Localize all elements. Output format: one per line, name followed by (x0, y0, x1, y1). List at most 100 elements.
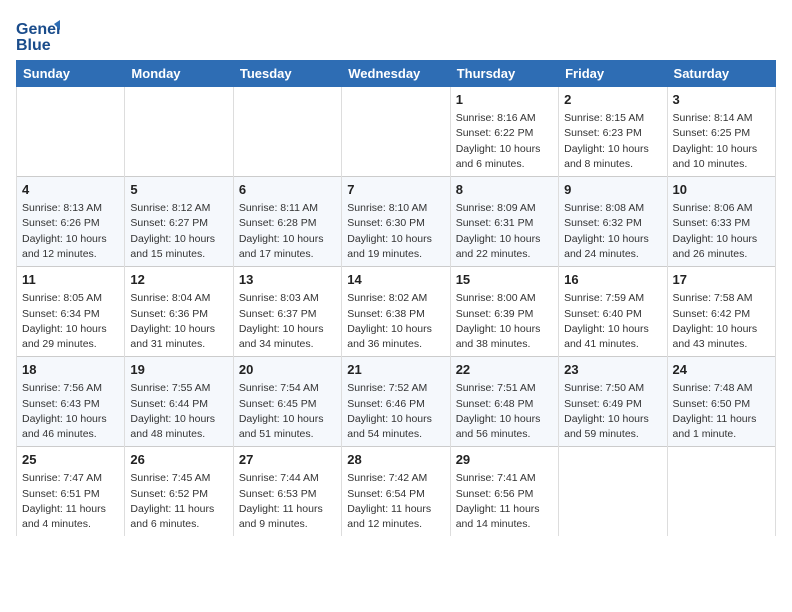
calendar-cell: 5 Sunrise: 8:12 AM Sunset: 6:27 PM Daylig… (125, 177, 233, 267)
day-number: 6 (239, 181, 336, 199)
weekday-header: Wednesday (342, 61, 450, 87)
logo: General Blue (16, 16, 60, 52)
calendar-cell: 6 Sunrise: 8:11 AM Sunset: 6:28 PM Daylig… (233, 177, 341, 267)
calendar-cell (342, 87, 450, 177)
calendar-row: 1 Sunrise: 8:16 AM Sunset: 6:22 PM Daylig… (17, 87, 776, 177)
cell-content: Sunrise: 7:51 AM Sunset: 6:48 PM Dayligh… (456, 381, 553, 442)
day-number: 10 (673, 181, 770, 199)
calendar-cell: 12 Sunrise: 8:04 AM Sunset: 6:36 PM Dayli… (125, 267, 233, 357)
cell-content: Sunrise: 8:03 AM Sunset: 6:37 PM Dayligh… (239, 291, 336, 352)
calendar-cell: 24 Sunrise: 7:48 AM Sunset: 6:50 PM Dayli… (667, 357, 775, 447)
cell-content: Sunrise: 7:59 AM Sunset: 6:40 PM Dayligh… (564, 291, 661, 352)
cell-content: Sunrise: 7:45 AM Sunset: 6:52 PM Dayligh… (130, 471, 227, 532)
cell-content: Sunrise: 8:08 AM Sunset: 6:32 PM Dayligh… (564, 201, 661, 262)
cell-content: Sunrise: 7:44 AM Sunset: 6:53 PM Dayligh… (239, 471, 336, 532)
day-number: 4 (22, 181, 119, 199)
calendar-cell: 28 Sunrise: 7:42 AM Sunset: 6:54 PM Dayli… (342, 447, 450, 537)
day-number: 2 (564, 91, 661, 109)
weekday-header: Friday (559, 61, 667, 87)
calendar-cell: 18Sunrise: 7:56 AM Sunset: 6:43 PM Dayli… (17, 357, 125, 447)
logo-icon: General Blue (16, 16, 56, 52)
weekday-header-row: SundayMondayTuesdayWednesdayThursdayFrid… (17, 61, 776, 87)
cell-content: Sunrise: 8:11 AM Sunset: 6:28 PM Dayligh… (239, 201, 336, 262)
calendar-cell: 15 Sunrise: 8:00 AM Sunset: 6:39 PM Dayli… (450, 267, 558, 357)
day-number: 25 (22, 451, 119, 469)
cell-content: Sunrise: 8:04 AM Sunset: 6:36 PM Dayligh… (130, 291, 227, 352)
calendar-cell: 25 Sunrise: 7:47 AM Sunset: 6:51 PM Dayli… (17, 447, 125, 537)
cell-content: Sunrise: 7:41 AM Sunset: 6:56 PM Dayligh… (456, 471, 553, 532)
calendar-cell (17, 87, 125, 177)
cell-content: Sunrise: 8:10 AM Sunset: 6:30 PM Dayligh… (347, 201, 444, 262)
calendar-cell: 4 Sunrise: 8:13 AM Sunset: 6:26 PM Daylig… (17, 177, 125, 267)
day-number: 5 (130, 181, 227, 199)
weekday-header: Monday (125, 61, 233, 87)
cell-content: Sunrise: 7:54 AM Sunset: 6:45 PM Dayligh… (239, 381, 336, 442)
day-number: 17 (673, 271, 770, 289)
cell-content: Sunrise: 7:58 AM Sunset: 6:42 PM Dayligh… (673, 291, 770, 352)
day-number: 16 (564, 271, 661, 289)
calendar-row: 25 Sunrise: 7:47 AM Sunset: 6:51 PM Dayli… (17, 447, 776, 537)
cell-content: Sunrise: 8:00 AM Sunset: 6:39 PM Dayligh… (456, 291, 553, 352)
calendar-cell: 19Sunrise: 7:55 AM Sunset: 6:44 PM Dayli… (125, 357, 233, 447)
calendar-cell: 17 Sunrise: 7:58 AM Sunset: 6:42 PM Dayli… (667, 267, 775, 357)
cell-content: Sunrise: 8:09 AM Sunset: 6:31 PM Dayligh… (456, 201, 553, 262)
cell-content: Sunrise: 8:06 AM Sunset: 6:33 PM Dayligh… (673, 201, 770, 262)
cell-content: Sunrise: 8:16 AM Sunset: 6:22 PM Dayligh… (456, 111, 553, 172)
cell-content: Sunrise: 7:47 AM Sunset: 6:51 PM Dayligh… (22, 471, 119, 532)
calendar-cell: 29 Sunrise: 7:41 AM Sunset: 6:56 PM Dayli… (450, 447, 558, 537)
day-number: 7 (347, 181, 444, 199)
day-number: 13 (239, 271, 336, 289)
calendar-row: 11Sunrise: 8:05 AM Sunset: 6:34 PM Dayli… (17, 267, 776, 357)
day-number: 22 (456, 361, 553, 379)
day-number: 12 (130, 271, 227, 289)
calendar-table: SundayMondayTuesdayWednesdayThursdayFrid… (16, 60, 776, 536)
cell-content: Sunrise: 7:50 AM Sunset: 6:49 PM Dayligh… (564, 381, 661, 442)
calendar-cell: 1 Sunrise: 8:16 AM Sunset: 6:22 PM Daylig… (450, 87, 558, 177)
day-number: 21 (347, 361, 444, 379)
day-number: 28 (347, 451, 444, 469)
calendar-cell: 27 Sunrise: 7:44 AM Sunset: 6:53 PM Dayli… (233, 447, 341, 537)
cell-content: Sunrise: 7:48 AM Sunset: 6:50 PM Dayligh… (673, 381, 770, 442)
day-number: 26 (130, 451, 227, 469)
calendar-row: 18Sunrise: 7:56 AM Sunset: 6:43 PM Dayli… (17, 357, 776, 447)
calendar-cell: 14 Sunrise: 8:02 AM Sunset: 6:38 PM Dayli… (342, 267, 450, 357)
calendar-cell: 22 Sunrise: 7:51 AM Sunset: 6:48 PM Dayli… (450, 357, 558, 447)
cell-content: Sunrise: 7:56 AM Sunset: 6:43 PM Dayligh… (22, 381, 119, 442)
cell-content: Sunrise: 7:52 AM Sunset: 6:46 PM Dayligh… (347, 381, 444, 442)
weekday-header: Thursday (450, 61, 558, 87)
calendar-cell: 8Sunrise: 8:09 AM Sunset: 6:31 PM Daylig… (450, 177, 558, 267)
day-number: 24 (673, 361, 770, 379)
day-number: 1 (456, 91, 553, 109)
calendar-cell: 20 Sunrise: 7:54 AM Sunset: 6:45 PM Dayli… (233, 357, 341, 447)
calendar-cell: 16 Sunrise: 7:59 AM Sunset: 6:40 PM Dayli… (559, 267, 667, 357)
day-number: 14 (347, 271, 444, 289)
cell-content: Sunrise: 8:13 AM Sunset: 6:26 PM Dayligh… (22, 201, 119, 262)
svg-text:Blue: Blue (16, 37, 51, 54)
header: General Blue (16, 16, 776, 52)
calendar-cell: 9 Sunrise: 8:08 AM Sunset: 6:32 PM Daylig… (559, 177, 667, 267)
day-number: 9 (564, 181, 661, 199)
day-number: 3 (673, 91, 770, 109)
day-number: 15 (456, 271, 553, 289)
calendar-cell: 7 Sunrise: 8:10 AM Sunset: 6:30 PM Daylig… (342, 177, 450, 267)
day-number: 19 (130, 361, 227, 379)
day-number: 20 (239, 361, 336, 379)
day-number: 29 (456, 451, 553, 469)
calendar-cell: 10 Sunrise: 8:06 AM Sunset: 6:33 PM Dayli… (667, 177, 775, 267)
cell-content: Sunrise: 7:42 AM Sunset: 6:54 PM Dayligh… (347, 471, 444, 532)
calendar-cell: 21 Sunrise: 7:52 AM Sunset: 6:46 PM Dayli… (342, 357, 450, 447)
calendar-cell (125, 87, 233, 177)
calendar-cell (233, 87, 341, 177)
cell-content: Sunrise: 8:14 AM Sunset: 6:25 PM Dayligh… (673, 111, 770, 172)
calendar-cell: 2Sunrise: 8:15 AM Sunset: 6:23 PM Daylig… (559, 87, 667, 177)
weekday-header: Saturday (667, 61, 775, 87)
calendar-cell (559, 447, 667, 537)
calendar-cell: 11Sunrise: 8:05 AM Sunset: 6:34 PM Dayli… (17, 267, 125, 357)
cell-content: Sunrise: 8:12 AM Sunset: 6:27 PM Dayligh… (130, 201, 227, 262)
day-number: 27 (239, 451, 336, 469)
cell-content: Sunrise: 8:05 AM Sunset: 6:34 PM Dayligh… (22, 291, 119, 352)
weekday-header: Tuesday (233, 61, 341, 87)
calendar-cell: 23Sunrise: 7:50 AM Sunset: 6:49 PM Dayli… (559, 357, 667, 447)
cell-content: Sunrise: 8:02 AM Sunset: 6:38 PM Dayligh… (347, 291, 444, 352)
calendar-cell (667, 447, 775, 537)
